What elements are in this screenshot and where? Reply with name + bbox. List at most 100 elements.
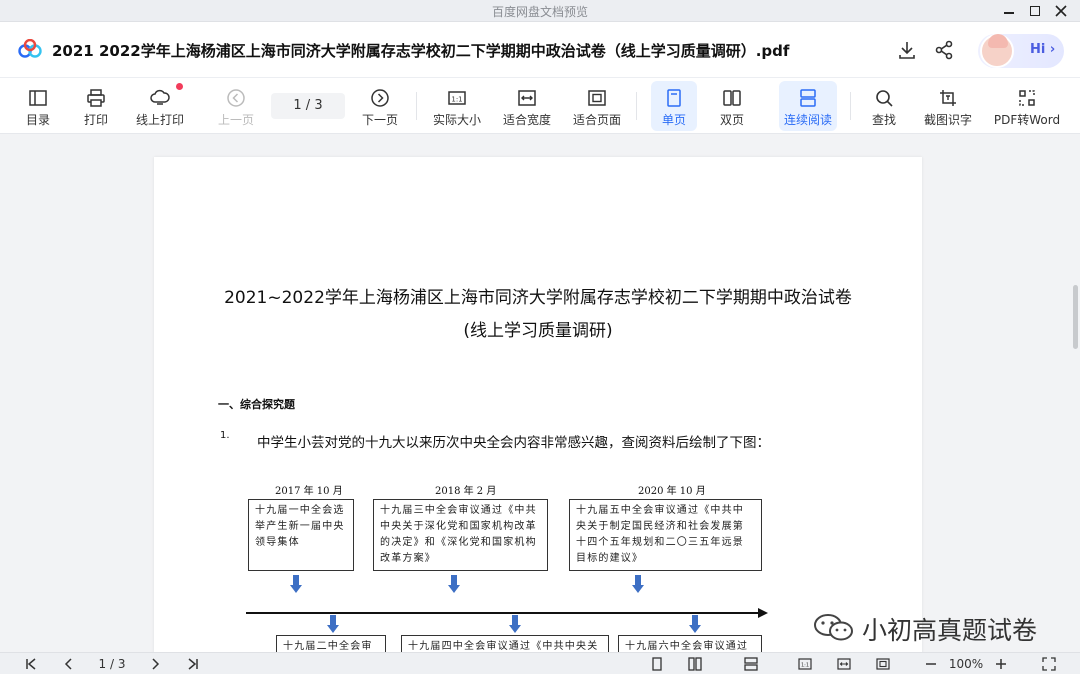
down-arrow-icon <box>689 615 701 633</box>
maximize-icon <box>1030 6 1040 16</box>
single-page-mode-button[interactable] <box>648 655 666 673</box>
document-viewer[interactable]: 2021~2022学年上海杨浦区上海市同济大学附属存志学校初二下学期期中政治试卷… <box>0 135 1080 652</box>
next-page-small-button[interactable] <box>146 655 164 673</box>
timeline-year-label: 2020 年 10 月 <box>638 486 706 497</box>
fit-page-icon <box>588 90 606 106</box>
cloud-print-icon <box>150 89 170 105</box>
maximize-button[interactable] <box>1021 0 1049 22</box>
page-indicator[interactable]: 1 / 3 <box>90 655 134 673</box>
pdf-page: 2021~2022学年上海杨浦区上海市同济大学附属存志学校初二下学期期中政治试卷… <box>154 157 922 652</box>
toc-icon <box>29 90 47 106</box>
fit-page-button[interactable]: 适合页面 <box>570 81 624 131</box>
chevron-right-circle-icon <box>371 89 389 107</box>
timeline-event-box: 十九届三中全会审议通过《中共中央关于深化党和国家机构改革的决定》和《深化党和国家… <box>373 499 548 571</box>
minus-icon <box>926 663 936 665</box>
document-title: 2021 2022学年上海杨浦区上海市同济大学附属存志学校初二下学期期中政治试卷… <box>52 42 790 60</box>
crop-text-icon <box>940 90 956 106</box>
double-page-button[interactable]: 双页 <box>710 81 754 131</box>
toolbar-divider <box>636 92 637 120</box>
actual-size-button[interactable]: 1:1 实际大小 <box>430 81 484 131</box>
prev-page-small-button[interactable] <box>60 655 78 673</box>
assistant-greeting: Hi › <box>1030 42 1056 57</box>
fullscreen-icon <box>1042 657 1056 671</box>
window-title: 百度网盘文档预览 <box>491 5 588 19</box>
close-icon <box>1055 5 1067 17</box>
zoom-out-button[interactable] <box>922 655 940 673</box>
double-page-icon <box>688 657 702 671</box>
document-header: 2021 2022学年上海杨浦区上海市同济大学附属存志学校初二下学期期中政治试卷… <box>0 22 1080 78</box>
zoom-level[interactable]: 100% <box>946 655 986 673</box>
fit-width-icon <box>518 90 536 106</box>
first-page-button[interactable] <box>22 655 40 673</box>
timeline-year-label: 2018 年 2 月 <box>435 486 497 497</box>
window-titlebar: 百度网盘文档预览 <box>0 0 1080 22</box>
continuous-mode-button[interactable] <box>742 655 760 673</box>
convert-icon <box>1019 90 1035 106</box>
down-arrow-icon <box>632 575 644 593</box>
down-arrow-icon <box>290 575 302 593</box>
double-page-icon <box>723 90 741 106</box>
last-page-button[interactable] <box>184 655 202 673</box>
single-page-icon <box>667 89 681 107</box>
toc-button[interactable]: 目录 <box>20 81 56 131</box>
timeline-axis <box>246 612 761 614</box>
fullscreen-button[interactable] <box>1040 655 1058 673</box>
close-button[interactable] <box>1047 0 1075 22</box>
timeline-event-box: 十九届五中全会审议通过《中共中央关于制定国民经济和社会发展第十四个五年规划和二〇… <box>569 499 762 571</box>
fit-width-button[interactable]: 适合宽度 <box>500 81 554 131</box>
toolbar-divider <box>416 92 417 120</box>
minimize-icon <box>1004 12 1014 14</box>
ai-assistant-button[interactable]: Hi › <box>978 34 1064 68</box>
actual-size-small-button[interactable]: 1:1 <box>796 655 814 673</box>
timeline-event-box: 十九届六中全会审议通过《中共中央关于党的百 <box>618 635 762 652</box>
continuous-reading-button[interactable]: 连续阅读 <box>779 81 837 131</box>
chevron-right-icon <box>152 658 160 670</box>
bottom-status-bar: 1 / 3 1:1 100% <box>0 652 1080 674</box>
page-number-input[interactable]: 1 / 3 <box>271 93 345 119</box>
share-icon[interactable] <box>933 39 955 61</box>
single-page-icon <box>652 657 662 671</box>
vertical-scrollbar[interactable] <box>1073 285 1078 349</box>
fit-page-small-button[interactable] <box>874 655 892 673</box>
document-heading-line2: (线上学习质量调研) <box>463 321 613 341</box>
timeline-event-box: 十九届二中全会审议通过《中共中央 <box>276 635 386 652</box>
find-button[interactable]: 查找 <box>864 81 904 131</box>
plus-icon <box>996 659 1006 669</box>
document-heading-line1: 2021~2022学年上海杨浦区上海市同济大学附属存志学校初二下学期期中政治试卷 <box>224 288 852 308</box>
down-arrow-icon <box>509 615 521 633</box>
avatar <box>980 34 1014 68</box>
fit-page-icon <box>876 658 890 670</box>
next-page-button[interactable]: 下一页 <box>358 81 402 131</box>
double-page-mode-button[interactable] <box>686 655 704 673</box>
down-arrow-icon <box>327 615 339 633</box>
watermark-text: 小初高真题试卷 <box>862 616 1038 645</box>
svg-text:1:1: 1:1 <box>451 96 462 104</box>
screenshot-ocr-button[interactable]: 截图识字 <box>920 81 976 131</box>
toolbar: 目录 打印 线上打印 上一页 下一页 1:1 实际大小 适合宽度 适合页面 单页… <box>0 78 1080 134</box>
continuous-scroll-icon <box>744 657 758 671</box>
fit-width-icon <box>837 658 851 670</box>
svg-text:1:1: 1:1 <box>801 663 809 669</box>
question-number: 1. <box>220 430 230 441</box>
last-page-icon <box>188 658 198 670</box>
minimize-button[interactable] <box>995 0 1023 22</box>
baidu-netdisk-logo-icon <box>18 39 42 58</box>
chevron-left-icon <box>64 658 72 670</box>
fit-width-small-button[interactable] <box>835 655 853 673</box>
toolbar-divider <box>850 92 851 120</box>
actual-size-icon: 1:1 <box>448 91 466 105</box>
prev-page-button[interactable]: 上一页 <box>214 81 258 131</box>
chevron-left-circle-icon <box>227 89 245 107</box>
timeline-year-label: 2017 年 10 月 <box>275 486 343 497</box>
print-button[interactable]: 打印 <box>78 81 114 131</box>
first-page-icon <box>26 658 36 670</box>
pdf-to-word-button[interactable]: PDF转Word <box>992 81 1062 131</box>
down-arrow-icon <box>448 575 460 593</box>
timeline-event-box: 十九届一中全会选举产生新一届中央领导集体 <box>248 499 354 571</box>
continuous-scroll-icon <box>800 89 816 107</box>
download-icon[interactable] <box>896 39 918 61</box>
timeline-arrowhead <box>758 608 768 618</box>
timeline-event-box: 十九届四中全会审议通过《中共中央关于坚持和完善中国特色社会主义制 <box>401 635 609 652</box>
zoom-in-button[interactable] <box>992 655 1010 673</box>
single-page-button[interactable]: 单页 <box>651 81 697 131</box>
